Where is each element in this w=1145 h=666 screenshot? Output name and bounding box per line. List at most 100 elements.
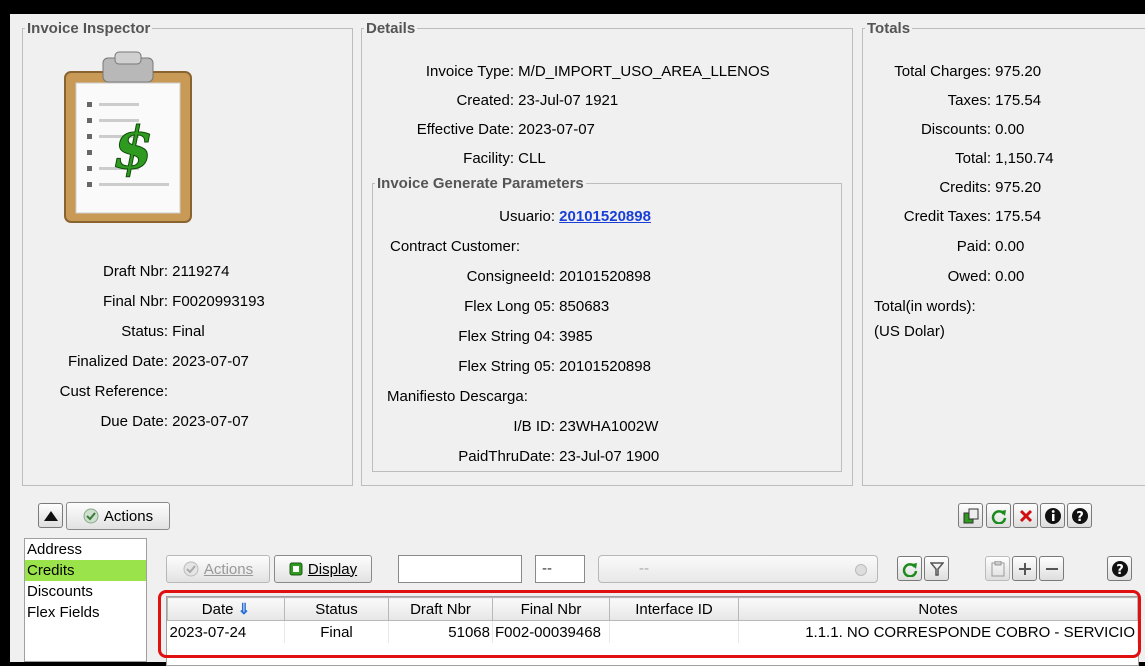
column-header-status[interactable]: Status <box>284 597 389 621</box>
param-usuario: Usuario: 20101520898 <box>499 208 651 225</box>
total-owed: Owed: 0.00 <box>947 268 1025 285</box>
sidebar-item-flex-fields[interactable]: Flex Fields <box>25 602 146 623</box>
column-header-interface-id[interactable]: Interface ID <box>609 597 739 621</box>
lower-actions-button[interactable]: Actions <box>166 555 270 583</box>
filter-button[interactable] <box>924 556 949 581</box>
column-header-notes[interactable]: Notes <box>738 597 1138 621</box>
param-paidthru: PaidThruDate: 23-Jul-07 1900 <box>458 448 660 465</box>
actions-button-label: Actions <box>103 507 154 525</box>
column-header-final-nbr[interactable]: Final Nbr <box>492 597 610 621</box>
flex-string-04-value: 3985 <box>559 328 593 345</box>
param-flex-long-05: Flex Long 05: 850683 <box>464 298 610 315</box>
remove-button[interactable] <box>1039 556 1064 581</box>
refresh-button[interactable] <box>986 503 1011 528</box>
help-button[interactable]: ? <box>1067 503 1092 528</box>
total-credit-taxes: Credit Taxes: 175.54 <box>903 208 1042 225</box>
minus-icon <box>1045 567 1058 570</box>
sidebar-item-discounts[interactable]: Discounts <box>25 581 146 602</box>
help-icon: ? <box>1111 560 1128 578</box>
total-in-words-value: (US Dolar) <box>874 323 945 340</box>
due-date-value: 2023-07-07 <box>172 413 249 430</box>
refresh-icon <box>902 562 917 577</box>
credits-table-container: Date ⇓ Status Draft Nbr Final Nbr Interf… <box>166 596 1139 666</box>
effective-date-value: 2023-07-07 <box>518 121 595 138</box>
cell-interface-id <box>609 620 739 643</box>
export-button[interactable] <box>958 503 983 528</box>
add-button[interactable] <box>1012 556 1037 581</box>
total-total: Total: 1,150.74 <box>955 150 1054 167</box>
help-icon: ? <box>1071 507 1088 525</box>
invoice-type-value: M/D_IMPORT_USO_AREA_LLENOS <box>518 63 770 80</box>
param-flex-string-05: Flex String 05: 20101520898 <box>458 358 651 375</box>
detail-facility: Facility: CLL <box>463 150 546 167</box>
total-paid: Paid: 0.00 <box>956 238 1025 255</box>
clipboard-icon <box>991 560 1004 576</box>
created-value: 23-Jul-07 1921 <box>518 92 619 109</box>
sidebar-item-credits[interactable]: Credits <box>25 560 146 581</box>
info-button[interactable] <box>1040 503 1065 528</box>
facility-value: CLL <box>518 150 546 167</box>
table-header-row: Date ⇓ Status Draft Nbr Final Nbr Interf… <box>167 597 1138 621</box>
invoice-clipboard-icon: $ <box>63 50 198 225</box>
params-title: Invoice Generate Parameters <box>377 175 584 192</box>
detail-effective-date: Effective Date: 2023-07-07 <box>416 121 595 138</box>
cell-draft-nbr: 51068 <box>388 620 493 643</box>
info-icon <box>1044 507 1061 524</box>
detail-created: Created: 23-Jul-07 1921 <box>456 92 619 109</box>
paidthru-value: 23-Jul-07 1900 <box>559 448 660 465</box>
consignee-value: 20101520898 <box>559 268 651 285</box>
inspector-title: Invoice Inspector <box>27 20 151 37</box>
operator-combo[interactable]: -- <box>535 555 585 583</box>
draft-nbr-value: 2119274 <box>172 263 230 280</box>
check-icon <box>83 508 99 524</box>
refresh-icon <box>991 509 1006 524</box>
actions-button[interactable]: Actions <box>66 502 170 530</box>
lower-refresh-button[interactable] <box>897 556 922 581</box>
table-row[interactable]: 2023-07-24 Final 51068 F002-00039468 1.1… <box>167 620 1138 643</box>
param-consignee: ConsigneeId: 20101520898 <box>466 268 651 285</box>
clipboard-button[interactable] <box>985 556 1010 581</box>
combo-knob-icon <box>855 564 867 576</box>
total-discounts: Discounts: 0.00 <box>920 121 1025 138</box>
total-taxes: Taxes: 175.54 <box>947 92 1042 109</box>
flex-string-05-value: 20101520898 <box>559 358 651 375</box>
filter-input[interactable] <box>398 555 522 583</box>
svg-text:?: ? <box>1116 563 1124 578</box>
param-ib-id: I/B ID: 23WHA1002W <box>513 418 659 435</box>
funnel-icon <box>929 561 944 576</box>
cell-date: 2023-07-24 <box>167 620 285 643</box>
cancel-button[interactable] <box>1013 503 1038 528</box>
inspector-field-finalized: Finalized Date: 2023-07-07 <box>67 353 249 370</box>
collapse-button[interactable] <box>38 503 63 528</box>
totals-title: Totals <box>867 20 911 37</box>
inspector-field-draft: Draft Nbr: 2119274 <box>102 263 230 280</box>
triangle-up-icon <box>43 510 58 521</box>
usuario-link[interactable]: 20101520898 <box>559 208 651 225</box>
total-charges: Total Charges: 975.20 <box>894 63 1042 80</box>
inspector-field-status: Status: Final <box>121 323 205 340</box>
param-flex-string-04: Flex String 04: 3985 <box>458 328 593 345</box>
cell-status: Final <box>284 620 389 643</box>
ib-id-value: 23WHA1002W <box>559 418 659 435</box>
column-header-date[interactable]: Date ⇓ <box>167 597 285 621</box>
sidebar-item-address[interactable]: Address <box>25 539 146 560</box>
check-icon <box>183 561 199 577</box>
display-icon <box>289 562 303 576</box>
status-value: Final <box>172 323 205 340</box>
lower-actions-label: Actions <box>203 560 254 578</box>
total-credits: Credits: 975.20 <box>939 179 1042 196</box>
detail-invoice-type: Invoice Type: M/D_IMPORT_USO_AREA_LLENOS <box>425 63 770 80</box>
column-header-draft-nbr[interactable]: Draft Nbr <box>388 597 493 621</box>
export-icon <box>963 508 978 523</box>
display-button[interactable]: Display <box>274 555 372 583</box>
flex-long-05-value: 850683 <box>559 298 610 315</box>
lower-help-button[interactable]: ? <box>1107 556 1132 581</box>
sort-desc-icon: ⇓ <box>237 601 251 618</box>
close-icon <box>1019 509 1032 522</box>
credits-table: Date ⇓ Status Draft Nbr Final Nbr Interf… <box>167 597 1138 643</box>
value-combo[interactable]: -- <box>598 555 878 583</box>
svg-text:?: ? <box>1076 510 1084 525</box>
cell-notes: 1.1.1. NO CORRESPONDE COBRO - SERVICIO <box>738 620 1138 643</box>
param-manifiesto: Manifiesto Descarga: <box>387 388 528 405</box>
sidebar-list: Address Credits Discounts Flex Fields <box>24 538 147 662</box>
